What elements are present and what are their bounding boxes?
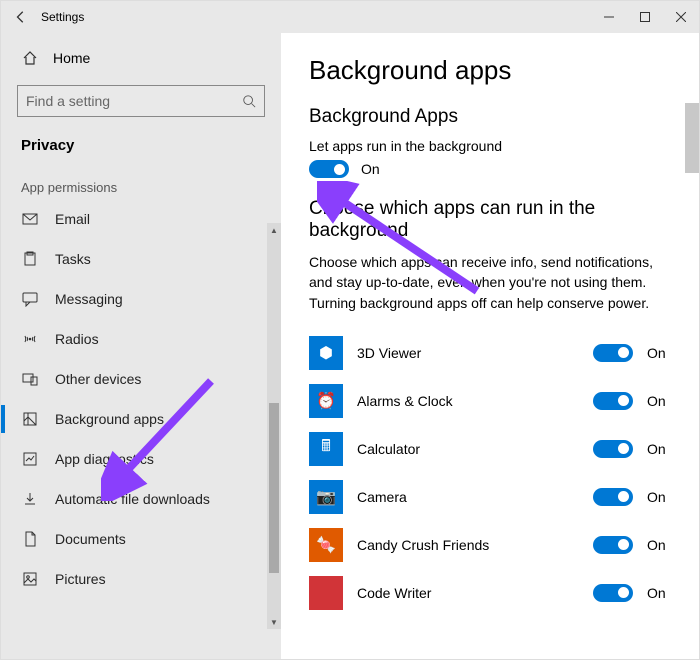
devices-icon [21, 370, 39, 388]
app-toggle[interactable] [593, 584, 633, 602]
main-panel: Background apps Background Apps Let apps… [281, 33, 699, 659]
app-icon [309, 576, 343, 610]
group-label: App permissions [1, 166, 281, 199]
page-heading: Background apps [309, 55, 671, 86]
sidebar-item-messaging[interactable]: Messaging [1, 279, 281, 319]
picture-icon [21, 570, 39, 588]
sidebar-item-label: Automatic file downloads [55, 491, 210, 507]
app-toggle[interactable] [593, 488, 633, 506]
sidebar-item-tasks[interactable]: Tasks [1, 239, 281, 279]
sidebar-item-radios[interactable]: Radios [1, 319, 281, 359]
app-toggle-state: On [647, 537, 671, 553]
sidebar-home[interactable]: Home [1, 41, 281, 75]
master-toggle[interactable] [309, 160, 349, 178]
sidebar-item-pictures[interactable]: Pictures [1, 559, 281, 599]
app-name: Camera [357, 489, 579, 505]
sidebar-item-email[interactable]: Email [1, 199, 281, 239]
search-placeholder: Find a setting [26, 93, 242, 109]
background-icon [21, 410, 39, 428]
sidebar-nav: Email Tasks Messaging Radios Other devices Ba… [1, 199, 281, 659]
app-toggle[interactable] [593, 344, 633, 362]
app-toggle-state: On [647, 345, 671, 361]
app-toggle-state: On [647, 585, 671, 601]
sidebar-item-label: Background apps [55, 411, 164, 427]
sidebar-item-automatic-file-downloads[interactable]: Automatic file downloads [1, 479, 281, 519]
app-toggle[interactable] [593, 536, 633, 554]
sidebar-item-other-devices[interactable]: Other devices [1, 359, 281, 399]
app-icon: 🖩 [309, 432, 343, 466]
sidebar-item-label: Tasks [55, 251, 91, 267]
diagnostics-icon [21, 450, 39, 468]
app-name: Alarms & Clock [357, 393, 579, 409]
search-icon [242, 94, 256, 108]
section2-description: Choose which apps can receive info, send… [309, 252, 669, 313]
app-name: Calculator [357, 441, 579, 457]
app-name: Candy Crush Friends [357, 537, 579, 553]
app-toggle-state: On [647, 393, 671, 409]
app-row: 🍬 Candy Crush Friends On [309, 521, 671, 569]
sidebar-item-background-apps[interactable]: Background apps [1, 399, 281, 439]
sidebar: Home Find a setting Privacy App permissi… [1, 33, 281, 659]
main-scrollbar[interactable] [685, 103, 699, 173]
sidebar-item-app-diagnostics[interactable]: App diagnostics [1, 439, 281, 479]
mail-icon [21, 210, 39, 228]
section2-title: Choose which apps can run in the backgro… [309, 198, 671, 242]
master-toggle-state: On [361, 161, 380, 177]
home-label: Home [53, 50, 90, 66]
section1-title: Background Apps [309, 106, 671, 128]
sidebar-item-label: App diagnostics [55, 451, 154, 467]
sidebar-item-label: Messaging [55, 291, 123, 307]
scroll-down-icon[interactable]: ▼ [267, 615, 281, 629]
app-row: 📷 Camera On [309, 473, 671, 521]
app-row: ⏰ Alarms & Clock On [309, 377, 671, 425]
sidebar-item-label: Documents [55, 531, 126, 547]
master-toggle-label: Let apps run in the background [309, 138, 671, 154]
section-title: Privacy [1, 131, 281, 166]
close-button[interactable] [663, 1, 699, 33]
app-toggle[interactable] [593, 440, 633, 458]
window-title: Settings [41, 10, 591, 24]
sidebar-scrollbar[interactable]: ▲ ▼ [267, 223, 281, 629]
sidebar-item-label: Radios [55, 331, 99, 347]
maximize-button[interactable] [627, 1, 663, 33]
sidebar-item-documents[interactable]: Documents [1, 519, 281, 559]
app-toggle-state: On [647, 489, 671, 505]
app-row: ⬢ 3D Viewer On [309, 329, 671, 377]
app-icon: 📷 [309, 480, 343, 514]
app-icon: ⏰ [309, 384, 343, 418]
sidebar-item-label: Email [55, 211, 90, 227]
radio-icon [21, 330, 39, 348]
app-icon: 🍬 [309, 528, 343, 562]
scroll-thumb[interactable] [269, 403, 279, 573]
app-toggle[interactable] [593, 392, 633, 410]
sidebar-item-label: Other devices [55, 371, 141, 387]
app-list: ⬢ 3D Viewer On ⏰ Alarms & Clock On 🖩 Calculator… [309, 329, 671, 617]
app-toggle-state: On [647, 441, 671, 457]
search-input[interactable]: Find a setting [17, 85, 265, 117]
app-icon: ⬢ [309, 336, 343, 370]
chat-icon [21, 290, 39, 308]
titlebar: Settings [1, 1, 699, 33]
app-name: Code Writer [357, 585, 579, 601]
minimize-button[interactable] [591, 1, 627, 33]
document-icon [21, 530, 39, 548]
app-name: 3D Viewer [357, 345, 579, 361]
download-icon [21, 490, 39, 508]
scroll-up-icon[interactable]: ▲ [267, 223, 281, 237]
app-row: Code Writer On [309, 569, 671, 617]
app-row: 🖩 Calculator On [309, 425, 671, 473]
clipboard-icon [21, 250, 39, 268]
sidebar-item-label: Pictures [55, 571, 106, 587]
home-icon [21, 49, 39, 67]
back-button[interactable] [1, 10, 41, 24]
